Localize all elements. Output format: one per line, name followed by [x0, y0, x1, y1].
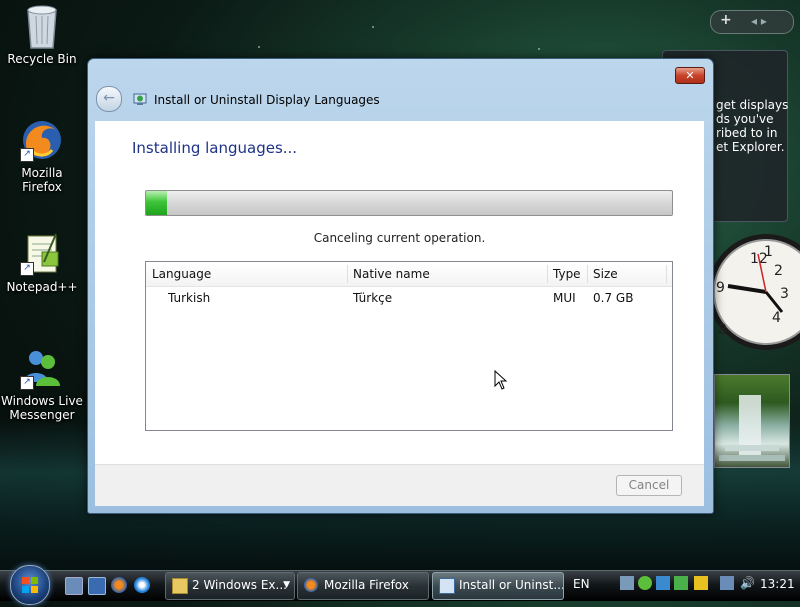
list-row[interactable]: Turkish Türkçe MUI 0.7 GB: [146, 287, 672, 309]
shortcut-arrow-icon: ↗: [20, 262, 34, 276]
firefox-quicklaunch-icon[interactable]: [111, 577, 127, 593]
cell-size: 0.7 GB: [593, 291, 634, 305]
shortcut-arrow-icon: ↗: [20, 376, 34, 390]
add-gadget-button[interactable]: +: [720, 12, 732, 28]
desktop-icon-notepadpp[interactable]: ↗ Notepad++: [0, 232, 84, 294]
feed-headlines-text: get displays ds you've ribed to in et Ex…: [716, 56, 794, 186]
wallpaper-star: [258, 46, 260, 48]
column-header-type[interactable]: Type: [553, 267, 581, 281]
close-button[interactable]: ✕: [675, 67, 705, 84]
feed-line: et Explorer.: [716, 140, 785, 154]
svg-text:9: 9: [716, 280, 725, 296]
desktop-icon-label: Windows Live Messenger: [1, 394, 83, 422]
security-shield-icon[interactable]: [694, 576, 708, 590]
svg-text:4: 4: [772, 310, 781, 326]
wallpaper-star: [538, 48, 540, 50]
install-languages-window: ✕ ← Install or Uninstall Display Languag…: [87, 58, 714, 514]
input-language-indicator[interactable]: EN: [573, 577, 590, 591]
svg-text:2: 2: [774, 263, 783, 279]
display-icon[interactable]: [720, 576, 734, 590]
taskbar-button-firefox[interactable]: Mozilla Firefox: [297, 572, 429, 600]
cell-native-name: Türkçe: [353, 291, 393, 305]
clock-time[interactable]: 13:21: [760, 577, 795, 591]
taskbar-button-explorer[interactable]: 2 Windows Ex... ▼: [165, 572, 295, 600]
desktop-icon-label: Mozilla Firefox: [21, 166, 63, 194]
messenger-tray-icon[interactable]: [638, 576, 652, 590]
windows-logo-icon: [22, 577, 38, 593]
feed-line: ds you've: [716, 112, 774, 126]
chevron-down-icon: ▼: [283, 580, 290, 590]
firefox-icon: [304, 578, 318, 592]
page-heading: Installing languages...: [132, 139, 298, 157]
slideshow-gadget[interactable]: [714, 374, 790, 468]
column-header-native-name[interactable]: Native name: [353, 267, 430, 281]
desktop-icon-firefox[interactable]: ↗ Mozilla Firefox: [0, 118, 84, 194]
shortcut-arrow-icon: ↗: [20, 148, 34, 162]
language-list[interactable]: Language Native name Type Size Turkish T…: [145, 261, 673, 431]
feed-line: ribed to in: [716, 126, 778, 140]
show-desktop-icon[interactable]: [65, 577, 83, 595]
firefox-icon: ↗: [20, 118, 64, 162]
clock-gadget[interactable]: 1 12 2 3 4 9 8: [706, 230, 800, 354]
clock-face-icon: 1 12 2 3 4 9 8: [708, 234, 800, 350]
taskbar-button-label: 2 Windows Ex...: [192, 578, 287, 592]
cancel-button[interactable]: Cancel: [616, 475, 682, 496]
progress-fill: [146, 191, 168, 215]
recycle-bin-icon: [20, 4, 64, 49]
start-button[interactable]: [10, 565, 50, 605]
cell-language: Turkish: [168, 291, 211, 305]
feed-line: get displays: [716, 98, 789, 112]
dialog-content: Installing languages... Canceling curren…: [95, 121, 704, 464]
desktop-icon-recycle-bin[interactable]: Recycle Bin: [0, 4, 84, 66]
network-icon[interactable]: [620, 576, 634, 590]
folder-icon: [172, 578, 188, 594]
column-divider[interactable]: [347, 265, 348, 283]
column-header-size[interactable]: Size: [593, 267, 618, 281]
cell-type: MUI: [553, 291, 576, 305]
notepadpp-icon: ↗: [20, 232, 64, 276]
tray-app-icon[interactable]: [674, 576, 688, 590]
waterfall-photo-icon: [719, 395, 785, 461]
internet-explorer-icon[interactable]: [134, 577, 150, 593]
status-text: Canceling current operation.: [313, 231, 486, 245]
dialog-footer: Cancel: [95, 464, 704, 506]
desktop-icon-messenger[interactable]: ↗ Windows Live Messenger: [0, 346, 84, 422]
list-header: Language Native name Type Size: [146, 262, 672, 287]
mouse-cursor-icon: [494, 369, 508, 390]
install-progress-bar: [145, 190, 673, 216]
back-button[interactable]: ←: [96, 86, 122, 112]
taskbar-button-install-languages[interactable]: Install or Uninst...: [432, 572, 564, 600]
language-icon: [439, 578, 455, 594]
column-divider[interactable]: [666, 265, 667, 283]
desktop-icon-label: Recycle Bin: [7, 52, 77, 66]
window-title: Install or Uninstall Display Languages: [154, 93, 380, 107]
column-divider[interactable]: [547, 265, 548, 283]
window-title-bar: ← Install or Uninstall Display Languages: [96, 85, 705, 119]
language-icon: [133, 92, 147, 106]
taskbar-button-label: Mozilla Firefox: [324, 578, 409, 592]
svg-text:8: 8: [718, 322, 727, 338]
sidebar-gadget-controls: + ◂ ▸: [710, 10, 794, 34]
tray-app-icon[interactable]: [656, 576, 670, 590]
wallpaper-star: [372, 26, 374, 28]
switch-windows-icon[interactable]: [88, 577, 106, 595]
column-header-language[interactable]: Language: [152, 267, 211, 281]
svg-text:3: 3: [780, 286, 789, 302]
volume-icon[interactable]: 🔊: [740, 576, 755, 590]
gadget-nav-arrows[interactable]: ◂ ▸: [751, 14, 767, 28]
column-divider[interactable]: [587, 265, 588, 283]
messenger-icon: ↗: [20, 346, 64, 390]
desktop-icon-label: Notepad++: [6, 280, 78, 294]
taskbar-button-label: Install or Uninst...: [459, 578, 564, 592]
